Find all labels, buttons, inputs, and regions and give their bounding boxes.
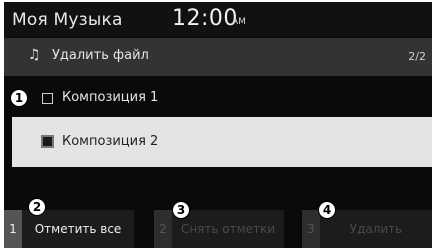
status-bar: Моя Музыка 12:00 AM (4, 2, 432, 37)
page-indicator: 2/2 (408, 50, 426, 63)
clock-ampm: AM (232, 17, 246, 27)
list-item-label: Композиция 2 (62, 134, 159, 149)
subheader-title: Удалить файл (52, 48, 149, 63)
app-title: Моя Музыка (12, 10, 123, 30)
softkey-number: 1 (4, 210, 22, 248)
softkey-number: 3 (302, 210, 320, 248)
select-all-button[interactable]: 1 Отметить все (4, 210, 134, 248)
softkey-number: 2 (154, 210, 172, 248)
callout-marker: 2 (28, 198, 46, 216)
callout-marker: 3 (172, 201, 190, 219)
callout-marker: 1 (10, 89, 28, 107)
checkbox-checked-icon[interactable] (41, 135, 54, 148)
music-note-icon: ♫ (28, 47, 41, 63)
checkbox-unchecked-icon[interactable] (42, 93, 53, 104)
screenshot-frame: Моя Музыка 12:00 AM ♫ Удалить файл 2/2 К… (0, 0, 436, 249)
softkey-label: Снять отметки (180, 221, 276, 236)
callout-marker: 4 (318, 201, 336, 219)
head-unit-screen: Моя Музыка 12:00 AM ♫ Удалить файл 2/2 К… (4, 2, 432, 248)
softkey-label: Удалить (349, 221, 403, 236)
clock-time: 12:00 (172, 6, 238, 31)
list-item-label: Композиция 1 (62, 90, 159, 105)
